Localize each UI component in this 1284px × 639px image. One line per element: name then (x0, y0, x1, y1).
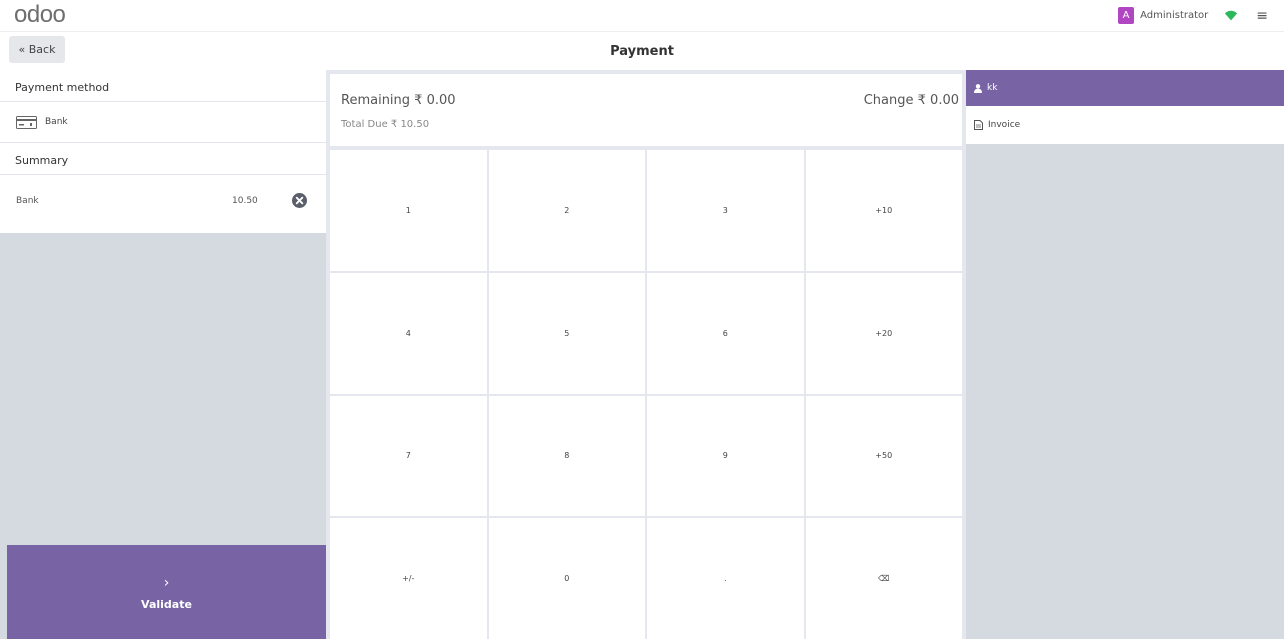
summary-heading: Summary (0, 143, 326, 175)
payment-method-label: Bank (45, 117, 68, 127)
backspace-icon[interactable]: ⌫ (805, 518, 962, 639)
numpad-key-plus10[interactable]: +10 (805, 150, 962, 271)
numpad-key-3[interactable]: 3 (647, 150, 804, 271)
user-area: A Administrator ≡ (1118, 7, 1268, 24)
payment-line-method: Bank (16, 196, 39, 206)
customer-name: kk (987, 83, 998, 93)
bank-card-icon (16, 115, 37, 129)
right-panel: kk Invoice (966, 70, 1284, 639)
invoice-toggle[interactable]: Invoice (966, 106, 1284, 144)
numpad-key-1[interactable]: 1 (330, 150, 487, 271)
user-icon (974, 83, 982, 93)
numpad-key-8[interactable]: 8 (488, 395, 645, 517)
wifi-icon (1225, 10, 1238, 20)
numpad-key-7[interactable]: 7 (330, 395, 487, 517)
payment-method-heading: Payment method (0, 70, 326, 102)
user-name[interactable]: Administrator (1140, 10, 1208, 21)
numpad-key-6[interactable]: 6 (647, 272, 804, 394)
total-due: Total Due ₹ 10.50 (341, 119, 430, 130)
validate-button[interactable]: › Validate (7, 545, 326, 639)
numpad-key-5[interactable]: 5 (488, 272, 645, 394)
numpad-key-4[interactable]: 4 (330, 272, 487, 394)
sub-header: « Back Payment (0, 32, 1284, 70)
numpad-key-plus20[interactable]: +20 (805, 272, 962, 394)
numpad-key-9[interactable]: 9 (647, 395, 804, 517)
customer-button[interactable]: kk (966, 70, 1284, 106)
remaining-amount: Remaining ₹ 0.00 (341, 93, 456, 108)
validate-label: Validate (141, 598, 192, 611)
payment-method-bank[interactable]: Bank (0, 102, 326, 143)
payment-center: Remaining ₹ 0.00 Change ₹ 0.00 Total Due… (326, 70, 966, 639)
payment-line-amount: 10.50 (232, 196, 258, 206)
numpad-key-0[interactable]: 0 (488, 518, 645, 639)
payment-status: Remaining ₹ 0.00 Change ₹ 0.00 Total Due… (330, 74, 962, 146)
numpad-key-2[interactable]: 2 (488, 150, 645, 271)
chevron-right-icon: › (163, 575, 170, 591)
hamburger-icon[interactable]: ≡ (1256, 9, 1268, 23)
file-icon (974, 120, 983, 130)
user-avatar[interactable]: A (1118, 7, 1135, 24)
change-amount: Change ₹ 0.00 (863, 93, 959, 108)
invoice-label: Invoice (988, 120, 1021, 130)
numpad-key-sign[interactable]: +/- (330, 518, 487, 639)
numpad-key-decimal[interactable]: . (647, 518, 804, 639)
payment-lines-area: Payment method Bank Summary Bank 10.50 (0, 70, 326, 233)
numpad-key-plus50[interactable]: +50 (805, 395, 962, 517)
left-panel: Payment method Bank Summary Bank 10.50 ›… (0, 70, 326, 639)
odoo-logo: odoo (14, 1, 66, 28)
delete-payment-icon[interactable] (292, 193, 307, 208)
top-bar: odoo A Administrator ≡ (0, 0, 1284, 32)
payment-line[interactable]: Bank 10.50 (0, 175, 326, 233)
numpad: 1 2 3 +10 4 5 6 +20 7 8 9 +50 +/- 0 . ⌫ (330, 150, 962, 639)
page-title: Payment (610, 44, 674, 59)
